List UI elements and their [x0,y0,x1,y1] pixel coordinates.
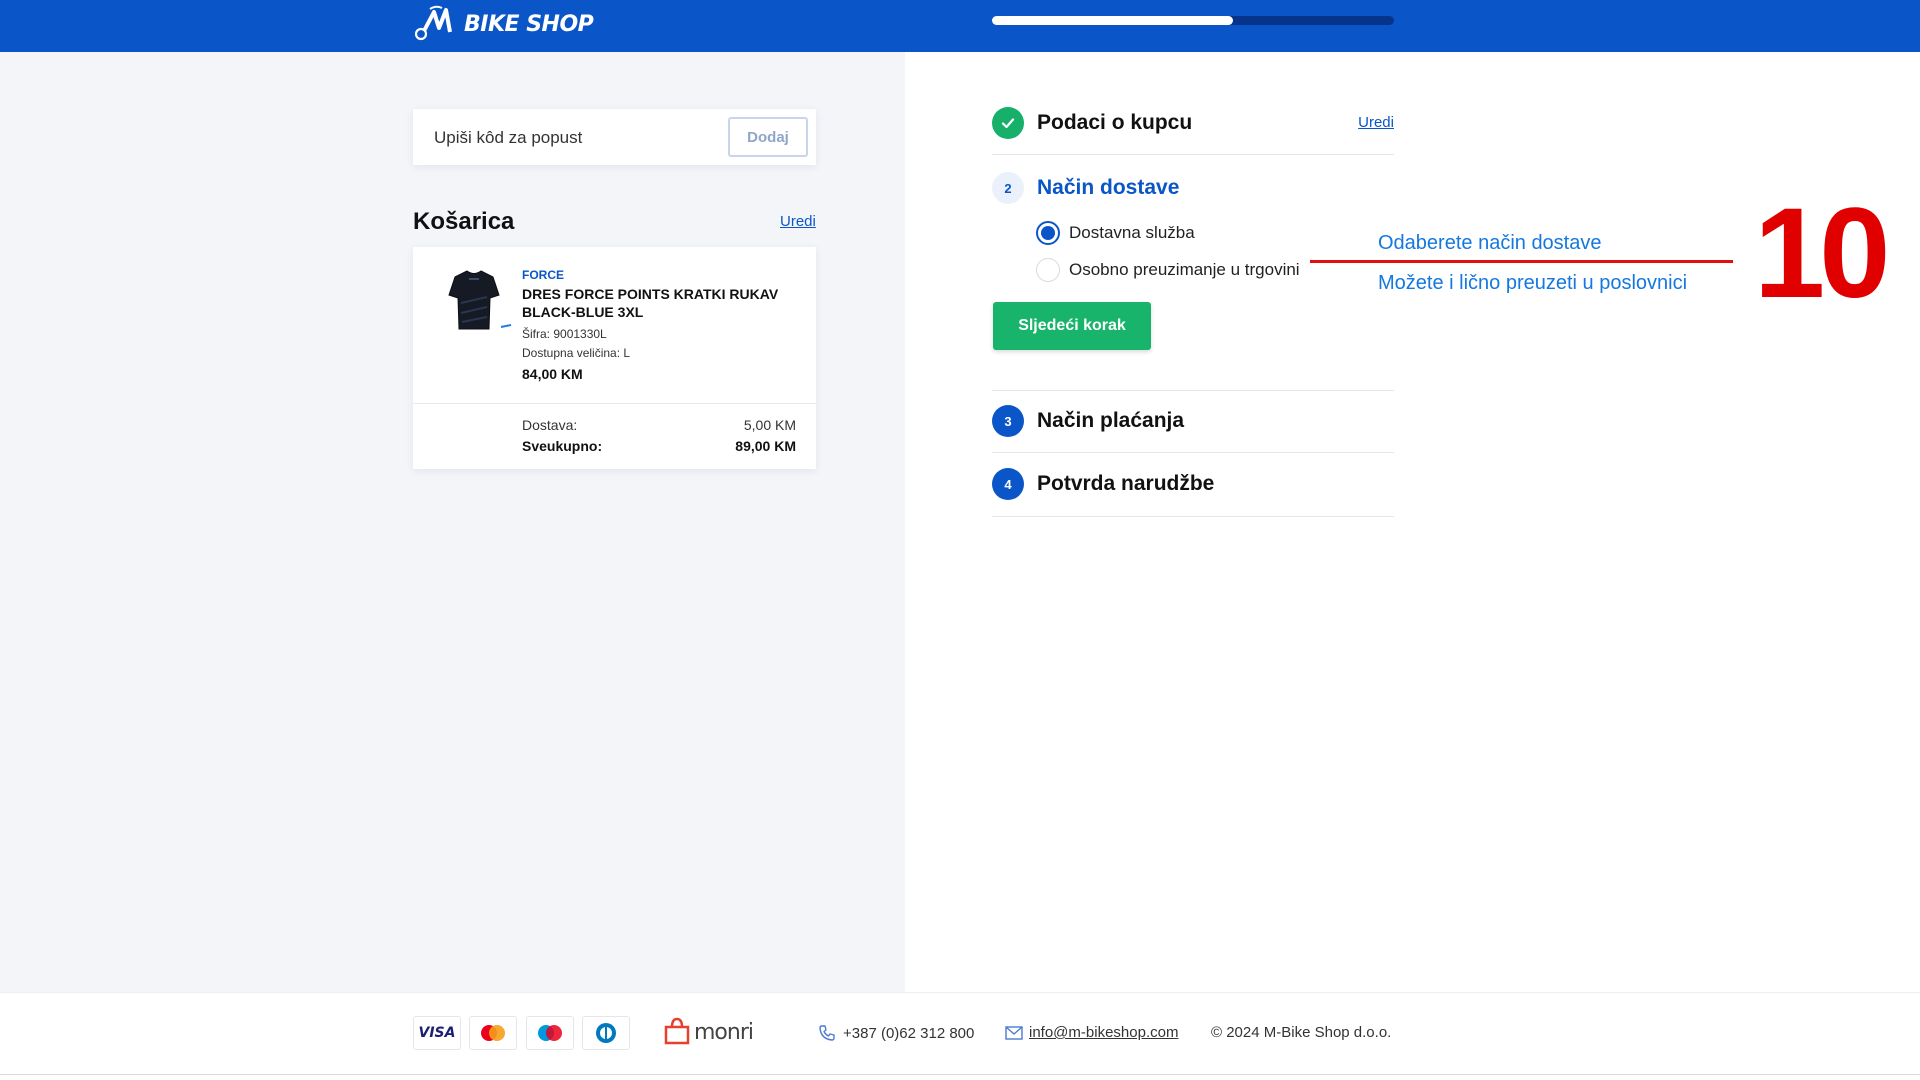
diners-icon [582,1016,630,1050]
logo-text: BIKE SHOP [464,11,594,37]
product-image [439,267,519,337]
coupon-box: Upiši kôd za popust Dodaj [413,109,816,165]
product-size: Dostupna veličina: L [522,346,631,360]
step-divider [992,154,1394,155]
cart-title: Košarica [413,208,515,235]
step-number-badge: 2 [992,172,1024,204]
visa-text: VISA [418,1025,456,1041]
coupon-input[interactable]: Upiši kôd za popust [434,128,582,148]
product-sku: Šifra: 9001330L [522,327,607,341]
card-divider [413,403,816,404]
cart-card: FORCE DRES FORCE POINTS KRATKI RUKAV BLA… [413,247,816,469]
total-label: Sveukupno: [522,438,603,454]
visa-icon: VISA [413,1016,461,1050]
product-brand: FORCE [522,268,564,282]
product-name[interactable]: DRES FORCE POINTS KRATKI RUKAV BLACK-BLU… [522,285,802,321]
step-number-badge: 3 [992,405,1024,437]
copyright-text: © 2024 M-Bike Shop d.o.o. [1211,1024,1392,1041]
step-customer-title: Podaci o kupcu [1037,111,1193,134]
step-payment-method: 3 Način plaćanja [992,405,1394,437]
progress-fill [992,16,1234,25]
annotation-text-primary: Odaberete način dostave [1378,232,1602,254]
cart-edit-link[interactable]: Uredi [780,213,816,230]
step-divider [992,516,1394,517]
monri-text: monri [694,1019,754,1045]
shipping-value: 5,00 KM [743,417,796,433]
footer-email[interactable]: info@m-bikeshop.com [1005,1024,1178,1041]
footer-phone[interactable]: +387 (0)62 312 800 [818,1024,974,1042]
shopping-bag-icon [664,1017,690,1045]
store-pickup-radio[interactable] [1036,258,1060,282]
annotation-text-secondary: Možete i lično preuzeti u poslovnici [1378,272,1688,294]
customer-edit-link[interactable]: Uredi [1358,114,1394,131]
store-pickup-label[interactable]: Osobno preuzimanje u trgovini [1069,260,1300,280]
product-price: 84,00 KM [522,366,583,382]
annotation-step-number: 10 [1754,182,1890,325]
phone-number: +387 (0)62 312 800 [843,1024,975,1042]
bike-shop-logo[interactable]: BIKE SHOP [412,4,594,44]
shipping-label: Dostava: [522,417,578,433]
top-header: BIKE SHOP [0,0,1920,52]
email-address[interactable]: info@m-bikeshop.com [1029,1024,1178,1041]
step-divider [992,390,1394,391]
footer-divider [0,1074,1920,1075]
mastercard-icon [469,1016,517,1050]
delivery-service-label[interactable]: Dostavna služba [1069,223,1195,243]
step-order-confirmation: 4 Potvrda narudžbe [992,468,1394,500]
next-step-button[interactable]: Sljedeći korak [993,302,1151,350]
annotation-line [1310,260,1733,263]
step-complete-check-icon [992,107,1024,139]
monri-logo: monri [662,1017,754,1047]
step-payment-title: Način plaćanja [1037,409,1185,432]
delivery-service-radio[interactable] [1036,221,1060,245]
add-coupon-button[interactable]: Dodaj [728,117,808,157]
step-confirmation-title: Potvrda narudžbe [1037,472,1215,495]
jersey-icon [448,270,512,330]
checkout-progress-bar [992,16,1394,25]
step-number-badge: 4 [992,468,1024,500]
maestro-icon [526,1016,574,1050]
order-summary-panel [0,52,905,992]
step-customer-info: Podaci o kupcu Uredi [992,107,1394,139]
step-delivery-title: Način dostave [1037,176,1180,199]
bicycle-logo-icon [414,5,452,41]
total-value: 89,00 KM [735,438,796,454]
step-delivery-method: 2 Način dostave [992,172,1394,204]
phone-icon [819,1025,835,1041]
step-divider [992,452,1394,453]
mail-icon [1005,1025,1023,1040]
